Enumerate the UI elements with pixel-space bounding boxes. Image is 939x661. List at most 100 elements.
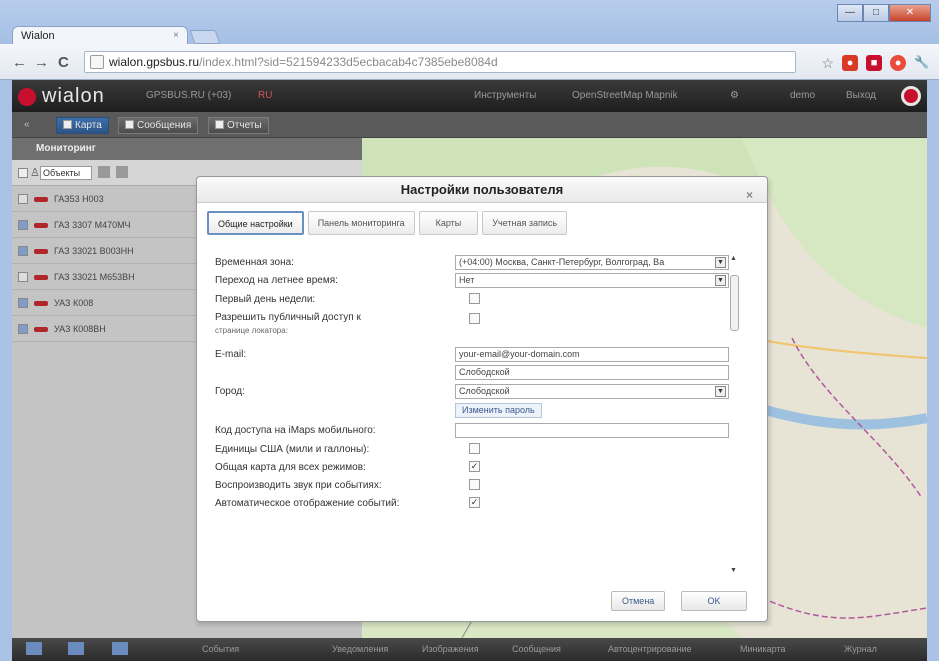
chevron-down-icon: ▼ — [715, 257, 726, 268]
journal-toggle[interactable]: Журнал — [844, 644, 877, 654]
tab-monitoring-panel[interactable]: Панель мониторинга — [307, 211, 415, 235]
timezone-select[interactable]: (+04:00) Москва, Санкт-Петербург, Волгог… — [455, 255, 729, 270]
browser-titlebar: Wialon × — □ ✕ — [0, 0, 939, 46]
images-toggle[interactable]: Изображения — [422, 644, 479, 654]
car-icon — [34, 275, 48, 280]
back-icon[interactable]: ← — [12, 54, 27, 71]
dialog-title-text: Настройки пользователя — [400, 182, 564, 197]
unit-checkbox[interactable] — [18, 246, 28, 256]
select-all-checkbox[interactable] — [18, 168, 28, 178]
sound-label: Воспроизводить звук при событиях: — [215, 480, 382, 491]
wialon-logo: wialon — [18, 85, 105, 108]
tab-maps[interactable]: Карты — [418, 211, 479, 235]
close-window-button[interactable]: ✕ — [889, 4, 931, 22]
scroll-up-icon[interactable]: ▲ — [730, 255, 737, 262]
add-icon[interactable] — [116, 166, 128, 178]
monitor-icon[interactable] — [26, 642, 42, 655]
app-tabbar: « Карта Сообщения Отчеты — [12, 112, 927, 138]
car-icon — [34, 197, 48, 202]
unit-checkbox[interactable] — [18, 220, 28, 230]
map-source-menu[interactable]: OpenStreetMap Mapnik — [572, 90, 678, 101]
week-checkbox[interactable] — [469, 293, 480, 304]
city-label: Город: — [215, 386, 245, 397]
browser-toolbar: ← → C wialon.gpsbus.ru/index.html?sid=52… — [0, 44, 939, 80]
tab-messages[interactable]: Сообщения — [118, 117, 199, 134]
change-password-button[interactable]: Изменить пароль — [455, 403, 542, 418]
public-label: Разрешить публичный доступ к — [215, 312, 361, 323]
tab-map[interactable]: Карта — [56, 117, 109, 134]
window-controls: — □ ✕ — [837, 4, 931, 22]
logout-link[interactable]: Выход — [846, 90, 876, 101]
dst-value: Нет — [459, 275, 475, 285]
code-label: Код доступа на iMaps мобильного: — [215, 425, 376, 436]
settings-form: Временная зона: (+04:00) Москва, Санкт-П… — [211, 241, 745, 571]
messages-toggle[interactable]: Сообщения — [512, 644, 561, 654]
city-select[interactable]: Слободской ▼ — [455, 384, 729, 399]
address-bar[interactable]: wialon.gpsbus.ru/index.html?sid=52159423… — [84, 51, 796, 73]
unit-checkbox[interactable] — [18, 324, 28, 334]
adblock-icon[interactable]: ● — [842, 55, 859, 71]
tracks-icon[interactable] — [68, 642, 84, 655]
events-toggle[interactable]: События — [202, 644, 239, 654]
settings-icon[interactable]: ⚙ — [730, 90, 739, 101]
geofence-icon[interactable] — [112, 642, 128, 655]
city-field[interactable]: Слободской — [455, 365, 729, 380]
form-scrollbar[interactable]: ▲ ▼ — [728, 255, 740, 575]
tab-general[interactable]: Общие настройки — [207, 211, 304, 235]
dialog-tabs: Общие настройки Панель мониторинга Карты… — [207, 211, 568, 235]
us-units-label: Единицы США (мили и галлоны): — [215, 444, 370, 455]
reports-tab-checkbox — [215, 120, 224, 129]
scroll-thumb[interactable] — [730, 275, 739, 331]
new-tab-button[interactable] — [189, 30, 221, 44]
tab-reports[interactable]: Отчеты — [208, 117, 269, 134]
week-label: Первый день недели: — [215, 294, 316, 305]
unit-checkbox[interactable] — [18, 298, 28, 308]
bookmark-star-icon[interactable]: ☆ — [821, 55, 834, 72]
tools-menu[interactable]: Инструменты — [474, 90, 536, 101]
reload-icon[interactable]: C — [58, 54, 69, 71]
extension-icons: ☆ ● ■ ● 🔧 — [821, 55, 929, 72]
lastpass-icon[interactable]: ■ — [866, 55, 883, 71]
browser-tab[interactable]: Wialon × — [12, 26, 188, 46]
maximize-button[interactable]: □ — [863, 4, 889, 22]
notifications-toggle[interactable]: Уведомления — [332, 644, 388, 654]
city-select-value: Слободской — [459, 386, 510, 396]
email-field[interactable]: your-email@your-domain.com — [455, 347, 729, 362]
timezone-label: Временная зона: — [215, 257, 294, 268]
minimap-toggle[interactable]: Миникарта — [740, 644, 786, 654]
code-field[interactable] — [455, 423, 729, 438]
extension-icon[interactable]: ● — [890, 55, 907, 71]
gurtam-logo-icon — [901, 86, 921, 106]
tab-close-icon[interactable]: × — [173, 30, 179, 41]
unit-checkbox[interactable] — [18, 194, 28, 204]
monitoring-header[interactable]: Мониторинг — [12, 138, 362, 160]
wrench-icon[interactable]: 🔧 — [914, 55, 929, 72]
ok-button[interactable]: OK — [681, 591, 747, 611]
unit-checkbox[interactable] — [18, 272, 28, 282]
dst-select[interactable]: Нет ▼ — [455, 273, 729, 288]
objects-select-value: Объекты — [43, 168, 81, 178]
user-menu[interactable]: demo — [790, 90, 815, 101]
map-tab-checkbox — [63, 120, 72, 129]
auto-events-checkbox[interactable]: ✓ — [469, 497, 480, 508]
tab-account[interactable]: Учетная запись — [482, 211, 568, 235]
tab-reports-label: Отчеты — [227, 120, 262, 131]
forward-icon[interactable]: → — [34, 54, 49, 71]
shared-map-label: Общая карта для всех режимов: — [215, 462, 366, 473]
minimize-button[interactable]: — — [837, 4, 863, 22]
public-checkbox[interactable] — [469, 313, 480, 324]
sound-checkbox[interactable] — [469, 479, 480, 490]
objects-select[interactable]: Объекты — [40, 166, 92, 180]
us-units-checkbox[interactable] — [469, 443, 480, 454]
cancel-button[interactable]: Отмена — [611, 591, 666, 611]
unit-name: ГАЗ 33021 В003НН — [54, 246, 134, 256]
unit-name: ГАЗ 33021 М653ВН — [54, 272, 135, 282]
autocenter-toggle[interactable]: Автоцентрирование — [608, 644, 692, 654]
scroll-down-icon[interactable]: ▼ — [730, 567, 737, 574]
header-flag[interactable]: RU — [258, 90, 272, 101]
list-icon[interactable] — [98, 166, 110, 178]
shared-map-checkbox[interactable]: ✓ — [469, 461, 480, 472]
unit-name: УАЗ К008ВН — [54, 324, 106, 334]
dialog-close-icon[interactable]: × — [746, 182, 753, 208]
collapse-icon[interactable]: « — [18, 117, 36, 134]
